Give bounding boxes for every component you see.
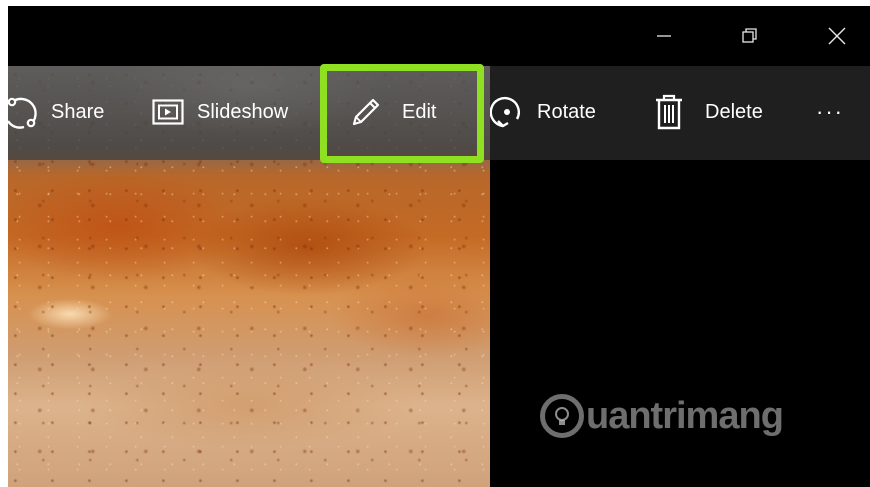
rotate-icon [490, 96, 520, 128]
delete-label: Delete [705, 100, 763, 123]
lightbulb-icon [555, 407, 569, 425]
trash-icon [656, 94, 682, 130]
more-icon: ··· [816, 99, 844, 124]
slideshow-icon [152, 99, 184, 125]
slideshow-button[interactable]: Slideshow [152, 88, 288, 136]
title-bar [8, 6, 870, 66]
close-button[interactable] [814, 20, 860, 52]
edit-button[interactable]: Edit [350, 88, 436, 136]
delete-button[interactable]: Delete [655, 88, 763, 136]
more-options-button[interactable]: ··· [816, 88, 844, 136]
watermark-logo [540, 394, 584, 438]
restore-button[interactable] [727, 20, 773, 52]
watermark: uantrimang [540, 394, 784, 438]
minimize-button[interactable] [641, 20, 687, 52]
command-bar: Share Slideshow Edit Rotate Delete ··· [8, 66, 870, 160]
share-icon [8, 97, 37, 129]
watermark-text: uantrimang [586, 394, 784, 437]
photos-app-window: Share Slideshow Edit Rotate Delete ··· u… [8, 6, 870, 487]
share-button[interactable]: Share [8, 88, 104, 136]
pencil-icon [352, 98, 380, 126]
edit-label: Edit [402, 100, 437, 123]
rotate-label: Rotate [537, 100, 596, 123]
slideshow-label: Slideshow [197, 100, 289, 123]
close-icon [828, 27, 846, 45]
restore-icon [742, 28, 757, 43]
share-label: Share [51, 100, 105, 123]
rotate-button[interactable]: Rotate [490, 88, 596, 136]
minimize-icon [657, 35, 671, 37]
